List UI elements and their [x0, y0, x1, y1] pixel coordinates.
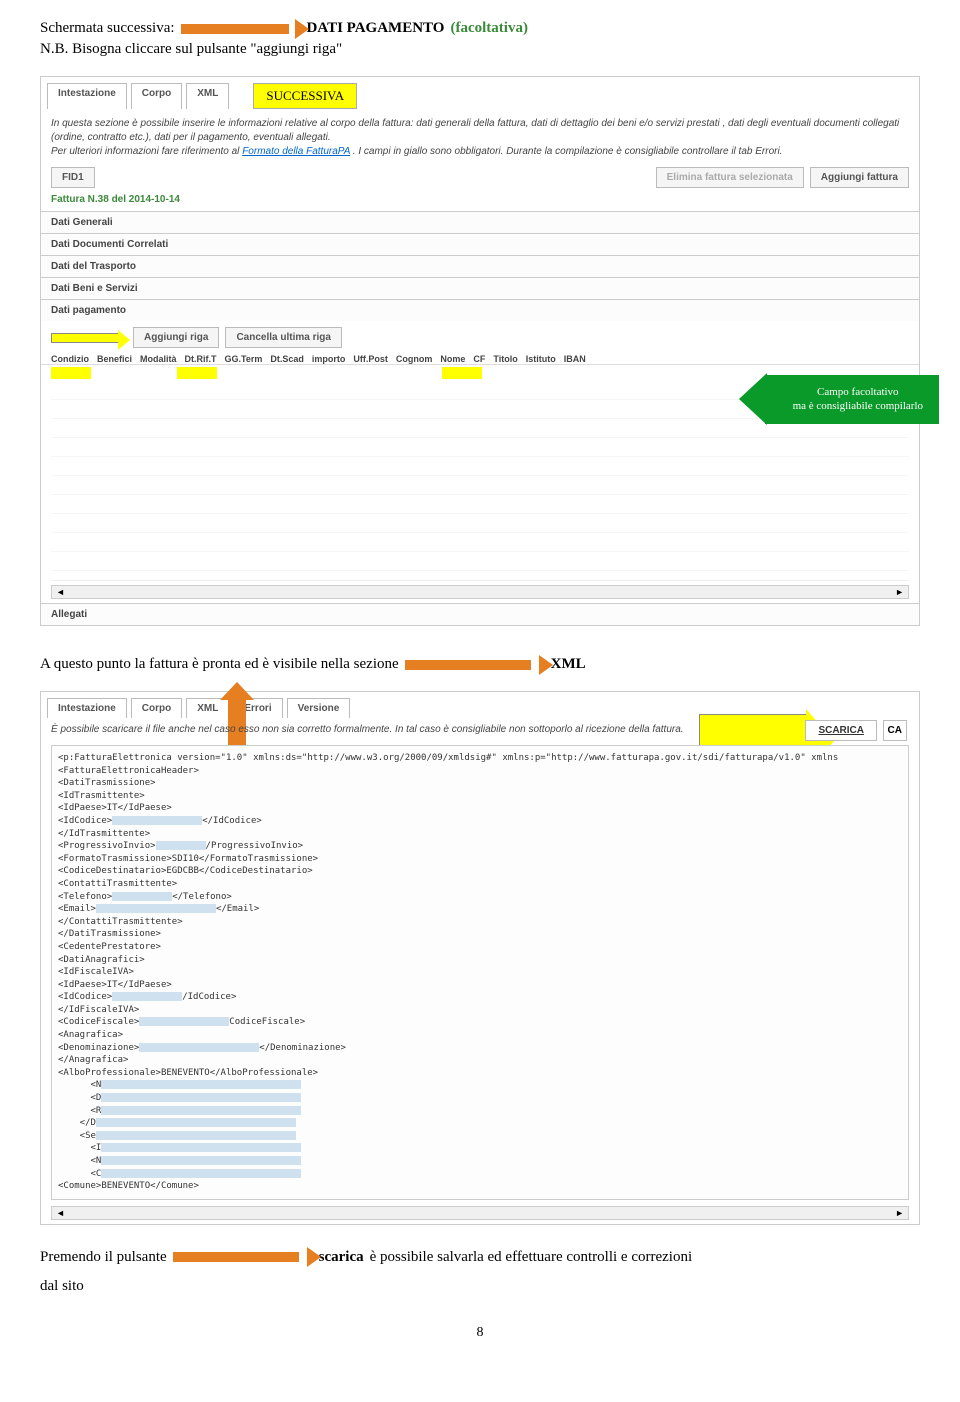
tab-corpo[interactable]: Corpo: [131, 83, 182, 109]
bottom-text-c: è possibile salvarla ed effettuare contr…: [370, 1249, 693, 1266]
corpo-panel: Intestazione Corpo XML SUCCESSIVA In que…: [40, 76, 920, 626]
desc2-text: È possibile scaricare il file anche nel …: [51, 724, 684, 735]
section-dati-beni-servizi[interactable]: Dati Beni e Servizi: [41, 277, 919, 299]
mid-text: A questo punto la fattura è pronta ed è …: [40, 656, 399, 673]
col-nome: Nome: [440, 354, 465, 364]
desc-text-2a: Per ulteriori informazioni fare riferime…: [51, 146, 242, 157]
page-number: 8: [40, 1325, 920, 1341]
fattura-number-label: Fattura N.38 del 2014-10-14: [41, 194, 919, 211]
scrollbar[interactable]: ◄►: [51, 585, 909, 599]
xml-panel: Intestazione Corpo XML Errori Versione S…: [40, 691, 920, 1225]
aggiungi-fattura-button[interactable]: Aggiungi fattura: [810, 167, 909, 188]
col-cognom: Cognom: [396, 354, 433, 364]
tab-xml[interactable]: XML: [186, 83, 229, 109]
tab-intestazione[interactable]: Intestazione: [47, 83, 127, 109]
col-iban: IBAN: [564, 354, 586, 364]
arrow-right-icon: [173, 1252, 313, 1262]
tab-corpo[interactable]: Corpo: [131, 698, 182, 718]
section-allegati[interactable]: Allegati: [41, 603, 919, 625]
successiva-callout: SUCCESSIVA: [253, 83, 357, 109]
cancella-riga-button[interactable]: Cancella ultima riga: [225, 327, 341, 348]
scrollbar[interactable]: ◄►: [51, 1206, 909, 1220]
section-dati-trasporto[interactable]: Dati del Trasporto: [41, 255, 919, 277]
tab-xml-active[interactable]: XML: [186, 698, 229, 718]
scarica-bold: scarica: [319, 1249, 364, 1266]
section-documenti-correlati[interactable]: Dati Documenti Correlati: [41, 233, 919, 255]
desc-text-1: In questa sezione è possibile inserire l…: [51, 118, 899, 143]
arrow-right-icon: [405, 660, 545, 670]
xml-content: <p:FatturaElettronica version="1.0" xmln…: [51, 745, 909, 1200]
col-dtscad: Dt.Scad: [270, 354, 304, 364]
tab-intestazione[interactable]: Intestazione: [47, 698, 127, 718]
col-importo: importo: [312, 354, 346, 364]
dal-sito: dal sito: [40, 1278, 920, 1295]
col-cf: CF: [473, 354, 485, 364]
tab-versione[interactable]: Versione: [287, 698, 351, 718]
elimina-fattura-button[interactable]: Elimina fattura selezionata: [656, 167, 804, 188]
fid-button[interactable]: FID1: [51, 167, 95, 188]
col-ggterm: GG.Term: [225, 354, 263, 364]
col-modalita: Modalità: [140, 354, 177, 364]
col-titolo: Titolo: [493, 354, 517, 364]
green-callout: Campo facoltativo ma è consigliabile com…: [765, 375, 939, 424]
col-dtrift: Dt.Rif.T: [185, 354, 217, 364]
xml-label: XML: [551, 656, 586, 673]
formato-fatturapa-link[interactable]: Formato della FatturaPA: [242, 146, 350, 157]
section-dati-generali[interactable]: Dati Generali: [41, 211, 919, 233]
col-uffpost: Uff.Post: [353, 354, 388, 364]
bottom-text-a: Premendo il pulsante: [40, 1249, 167, 1266]
facoltativa-label: (facoltativa): [450, 20, 527, 37]
desc-text-2b: . I campi in giallo sono obbligatori. Du…: [353, 146, 783, 157]
col-condizio: Condizio: [51, 354, 89, 364]
schermata-label: Schermata successiva:: [40, 20, 175, 37]
col-benefici: Benefici: [97, 354, 132, 364]
aggiungi-riga-button[interactable]: Aggiungi riga: [133, 327, 219, 348]
yellow-arrow-icon: [51, 333, 121, 343]
col-istituto: Istituto: [526, 354, 556, 364]
arrow-right-icon: [181, 24, 301, 34]
nb-instruction: N.B. Bisogna cliccare sul pulsante "aggi…: [40, 41, 920, 58]
section-dati-pagamento[interactable]: Dati pagamento: [41, 299, 919, 321]
dati-pagamento-title: DATI PAGAMENTO: [307, 20, 445, 37]
